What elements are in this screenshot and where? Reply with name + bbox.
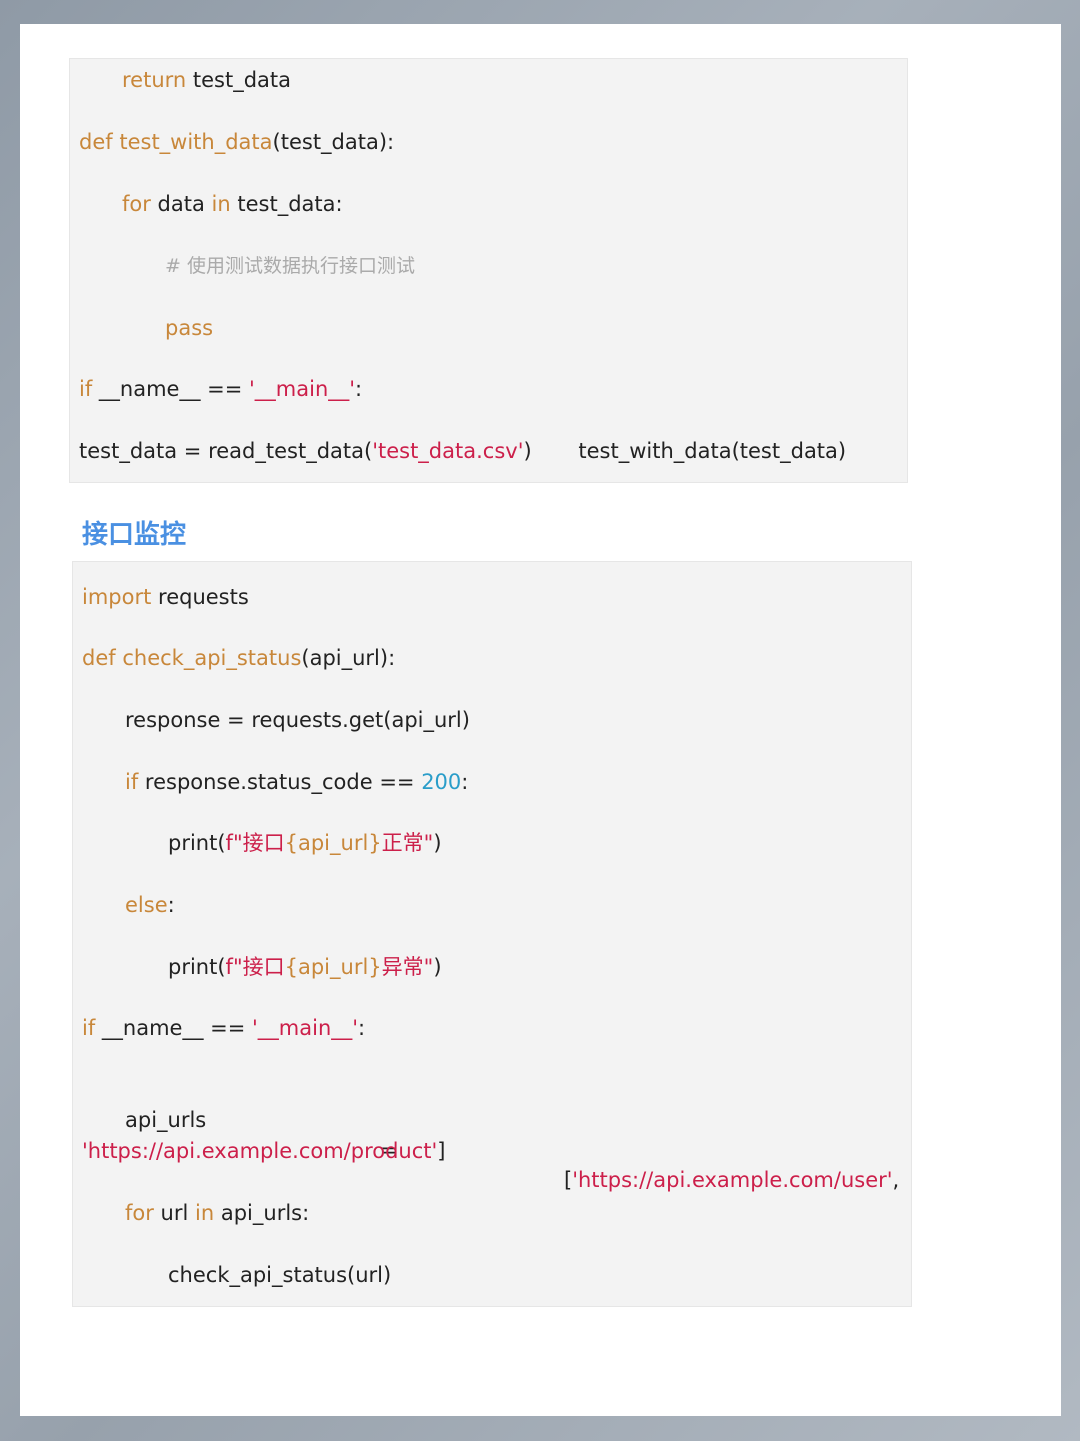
code-line: print(f"接口{api_url}异常") <box>168 955 442 979</box>
code-line: if __name__ == '__main__': <box>82 1016 366 1040</box>
code-line: import requests <box>82 585 249 609</box>
code-line: api_urls = ['https://api.example.com/use… <box>125 1108 900 1192</box>
code-block-test-data: return test_data def test_with_data(test… <box>69 58 908 483</box>
code-line: def check_api_status(api_url): <box>82 646 396 670</box>
code-line: for url in api_urls: <box>125 1201 310 1225</box>
code-comment: # 使用测试数据执行接口测试 <box>165 255 415 277</box>
code-line: check_api_status(url) <box>168 1263 392 1287</box>
code-line: response = requests.get(api_url) <box>125 708 470 732</box>
code-line: return test_data <box>122 68 292 92</box>
code-line: def test_with_data(test_data): <box>79 130 395 154</box>
code-line: for data in test_data: <box>122 192 343 216</box>
document-page: return test_data def test_with_data(test… <box>20 24 1061 1416</box>
code-block-api-monitor: import requests def check_api_status(api… <box>72 561 912 1307</box>
code-line: else: <box>125 893 175 917</box>
code-line: if __name__ == '__main__': <box>79 377 363 401</box>
code-line: pass <box>165 316 214 340</box>
code-line: 'https://api.example.com/product'] <box>82 1139 446 1163</box>
section-heading: 接口监控 <box>82 520 187 550</box>
code-line: test_data = read_test_data('test_data.cs… <box>79 439 847 463</box>
code-line: if response.status_code == 200: <box>125 770 469 794</box>
code-line: print(f"接口{api_url}正常") <box>168 831 442 855</box>
